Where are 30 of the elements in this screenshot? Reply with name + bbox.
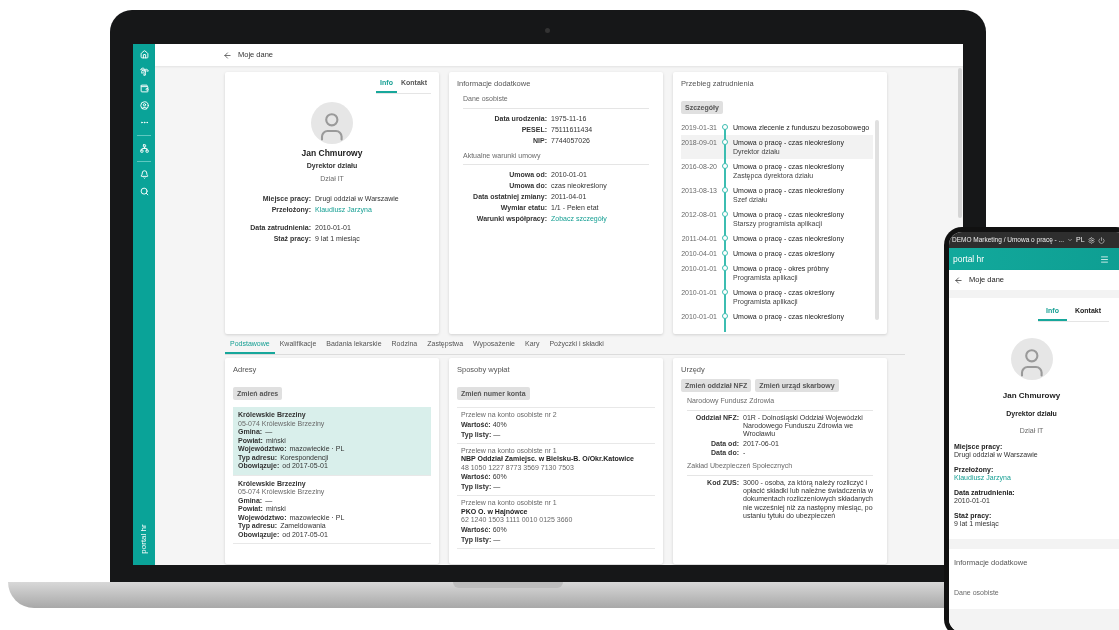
back-arrow-icon[interactable] <box>223 50 232 60</box>
circle-marker-icon <box>722 139 728 146</box>
menu-icon[interactable] <box>1100 254 1109 264</box>
brand-text: portal hr <box>138 524 149 554</box>
circle-marker-icon <box>722 235 728 242</box>
employee-name: Jan Chmurowy <box>301 146 363 160</box>
employee-name: Jan Chmurowy <box>1002 389 1061 402</box>
back-arrow-icon[interactable] <box>954 275 963 285</box>
page-scrollbar[interactable] <box>958 68 962 218</box>
palm-tree-icon[interactable] <box>139 67 149 76</box>
wallet-icon[interactable] <box>139 84 149 93</box>
circle-marker-icon <box>722 211 728 218</box>
settings-icon[interactable] <box>1087 236 1095 244</box>
search-icon[interactable] <box>139 187 149 196</box>
chevron-down-icon[interactable] <box>1067 237 1073 243</box>
circle-marker-icon <box>722 124 728 131</box>
circle-marker-icon <box>722 163 728 170</box>
circle-marker-icon <box>722 250 728 257</box>
user-circle-icon[interactable] <box>139 101 149 110</box>
org-chart-icon[interactable] <box>139 144 149 153</box>
more-icon[interactable] <box>139 118 149 127</box>
circle-marker-icon <box>722 187 728 194</box>
power-icon[interactable] <box>1097 236 1105 244</box>
bell-icon[interactable] <box>139 170 149 179</box>
app-title: portal hr <box>953 252 985 266</box>
circle-marker-icon <box>722 313 728 320</box>
circle-marker-icon <box>722 265 728 272</box>
circle-marker-icon <box>722 289 728 296</box>
home-icon[interactable] <box>139 50 149 59</box>
camera-icon <box>545 28 550 33</box>
